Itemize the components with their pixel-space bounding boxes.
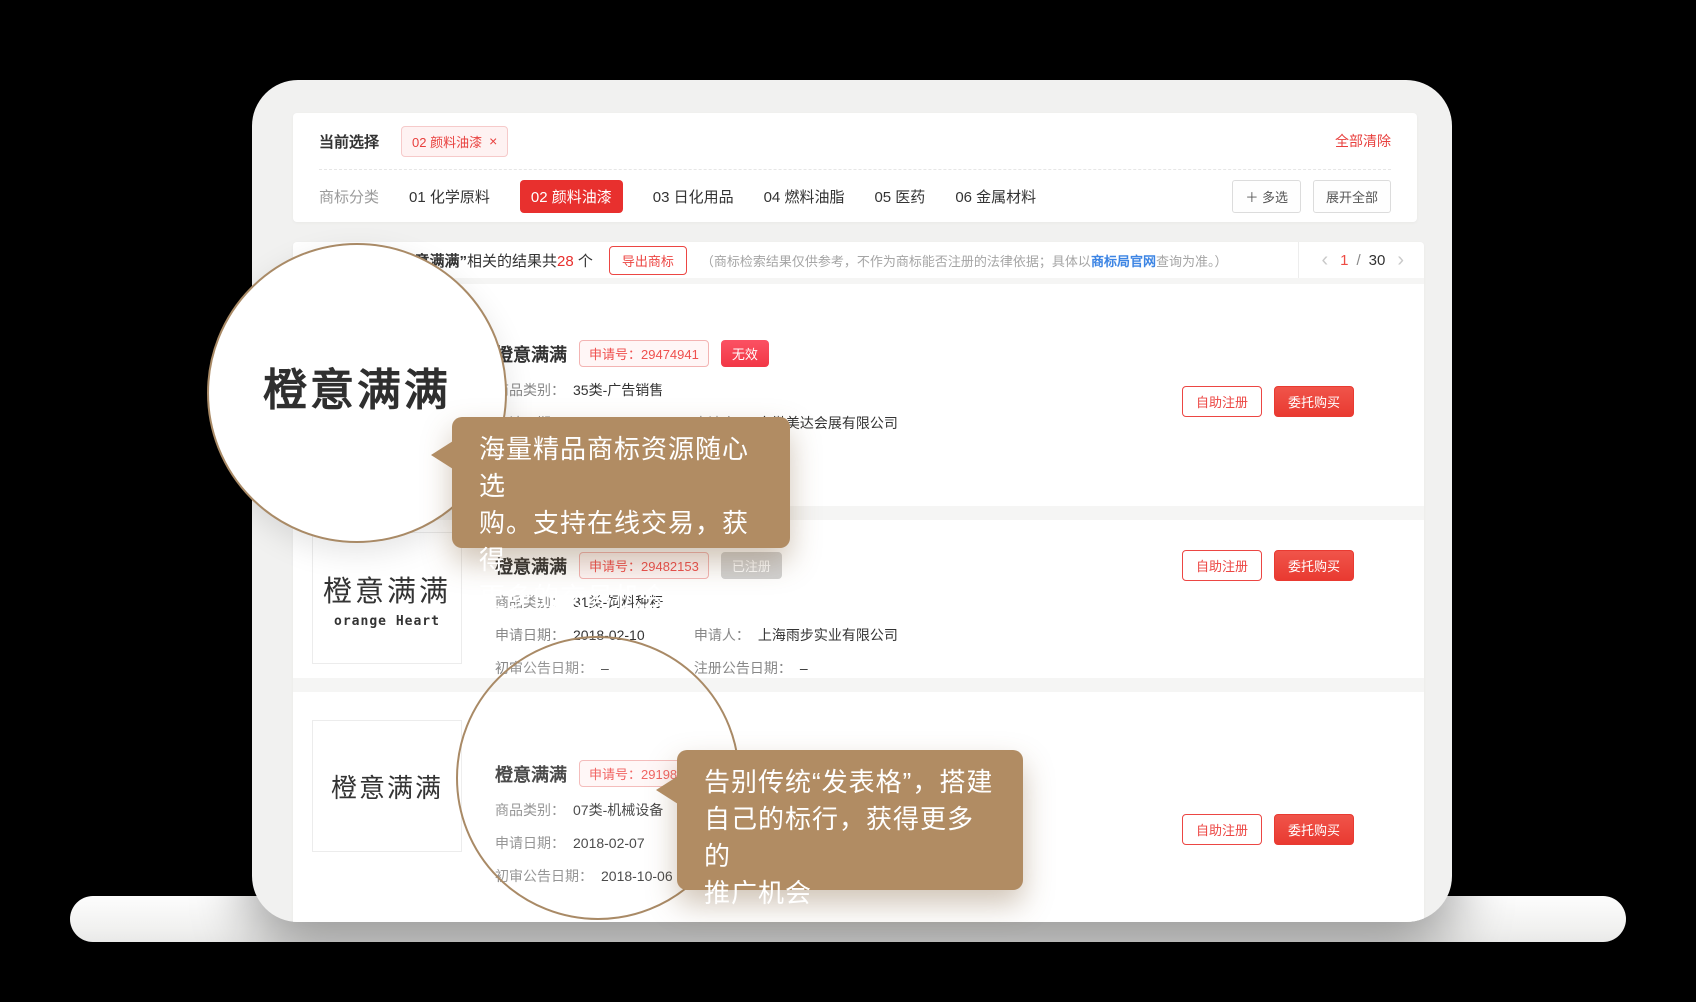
category-actions: ＋ 多选 展开全部 — [1232, 180, 1391, 213]
self-register-button[interactable]: 自助注册 — [1182, 386, 1262, 417]
filter-card: 当前选择 02 颜料油漆 × 全部清除 商标分类 01 化学原料 02 颜料油漆… — [293, 113, 1417, 222]
tooltip-line: 告别传统“发表格”，搭建 — [704, 764, 996, 801]
pagination-current: 1 — [1340, 252, 1348, 269]
field-value: 上海雨步实业有限公司 — [758, 627, 898, 643]
entrust-purchase-button[interactable]: 委托购买 — [1274, 550, 1354, 581]
tooltip-arrow-icon — [656, 776, 678, 804]
trademark-thumb-subtext: orange Heart — [334, 614, 440, 629]
results-header: 为您检索到“橙意满满”相关的结果共28 个 导出商标 （商标检索结果仅供参考，不… — [293, 242, 1424, 278]
multi-select-button[interactable]: ＋ 多选 — [1232, 180, 1301, 213]
current-selection-row: 当前选择 02 颜料油漆 × 全部清除 — [293, 113, 1417, 169]
row-actions-3: 自助注册 委托购买 — [1182, 814, 1354, 845]
category-item-03[interactable]: 03 日化用品 — [653, 186, 734, 207]
field-label: 申请人： — [694, 627, 750, 643]
selected-filter-tag-text: 02 颜料油漆 — [412, 132, 482, 151]
category-item-01[interactable]: 01 化学原料 — [409, 186, 490, 207]
trademark-name[interactable]: 橙意满满 — [495, 341, 567, 367]
expand-all-button[interactable]: 展开全部 — [1313, 180, 1391, 213]
tooltip-arrow-icon — [431, 441, 453, 469]
pagination: ‹ 1 / 30 › — [1298, 242, 1424, 278]
category-item-05[interactable]: 05 医药 — [874, 186, 925, 207]
current-selection-label: 当前选择 — [319, 131, 379, 152]
self-register-button[interactable]: 自助注册 — [1182, 814, 1262, 845]
trademark-office-link[interactable]: 商标局官网 — [1091, 254, 1156, 269]
tooltip-line: 自己的标行，获得更多的 — [704, 801, 996, 875]
row-actions-2: 自助注册 委托购买 — [1182, 550, 1354, 581]
field-label: 注册公告日期： — [694, 660, 792, 676]
tooltip-line: 更多的交易机会 — [479, 579, 763, 616]
screenshot-stage: 当前选择 02 颜料油漆 × 全部清除 商标分类 01 化学原料 02 颜料油漆… — [0, 0, 1696, 1002]
self-register-button[interactable]: 自助注册 — [1182, 550, 1262, 581]
trademark-image-3[interactable]: 橙意满满 — [312, 720, 462, 852]
selected-filter-tag[interactable]: 02 颜料油漆 × — [401, 126, 508, 157]
trademark-image-2[interactable]: 橙意满满 orange Heart — [312, 532, 462, 664]
chevron-left-icon[interactable]: ‹ — [1317, 250, 1332, 270]
tooltip-line: 推广机会 — [704, 875, 996, 912]
results-count: 28 — [557, 253, 574, 270]
tooltip-line: 海量精品商标资源随心选 — [479, 431, 763, 505]
category-item-04[interactable]: 04 燃料油脂 — [764, 186, 845, 207]
entrust-purchase-button[interactable]: 委托购买 — [1274, 814, 1354, 845]
category-item-02-selected[interactable]: 02 颜料油漆 — [520, 180, 623, 213]
clear-all-button[interactable]: 全部清除 — [1335, 131, 1391, 151]
application-number-tag: 申请号：29474941 — [579, 340, 709, 367]
row-actions-1: 自助注册 委托购买 — [1182, 386, 1354, 417]
field-label: 申请日期： — [495, 627, 565, 643]
category-row-label: 商标分类 — [319, 186, 379, 207]
entrust-purchase-button[interactable]: 委托购买 — [1274, 386, 1354, 417]
chevron-right-icon[interactable]: › — [1393, 250, 1408, 270]
category-item-06[interactable]: 06 金属材料 — [955, 186, 1036, 207]
status-badge-invalid: 无效 — [721, 340, 769, 367]
pagination-total: 30 — [1369, 252, 1386, 269]
callout-tooltip-promo: 告别传统“发表格”，搭建 自己的标行，获得更多的 推广机会 — [677, 750, 1023, 890]
category-row: 商标分类 01 化学原料 02 颜料油漆 03 日化用品 04 燃料油脂 05 … — [293, 170, 1417, 222]
close-icon[interactable]: × — [489, 134, 497, 148]
field-value: 35类-广告销售 — [573, 382, 663, 398]
export-trademarks-button[interactable]: 导出商标 — [609, 246, 687, 275]
trademark-thumb-text: 橙意满满 — [331, 768, 443, 805]
trademark-thumb-text: 橙意满满 — [323, 568, 451, 610]
tooltip-line: 购。支持在线交易，获得 — [479, 505, 763, 579]
field-value: – — [800, 660, 808, 676]
disclaimer-text: （商标检索结果仅供参考，不作为商标能否注册的法律依据；具体以商标局官网查询为准。… — [701, 251, 1228, 270]
magnified-trademark-text: 橙意满满 — [263, 354, 451, 418]
callout-tooltip-trade: 海量精品商标资源随心选 购。支持在线交易，获得 更多的交易机会 — [452, 417, 790, 548]
